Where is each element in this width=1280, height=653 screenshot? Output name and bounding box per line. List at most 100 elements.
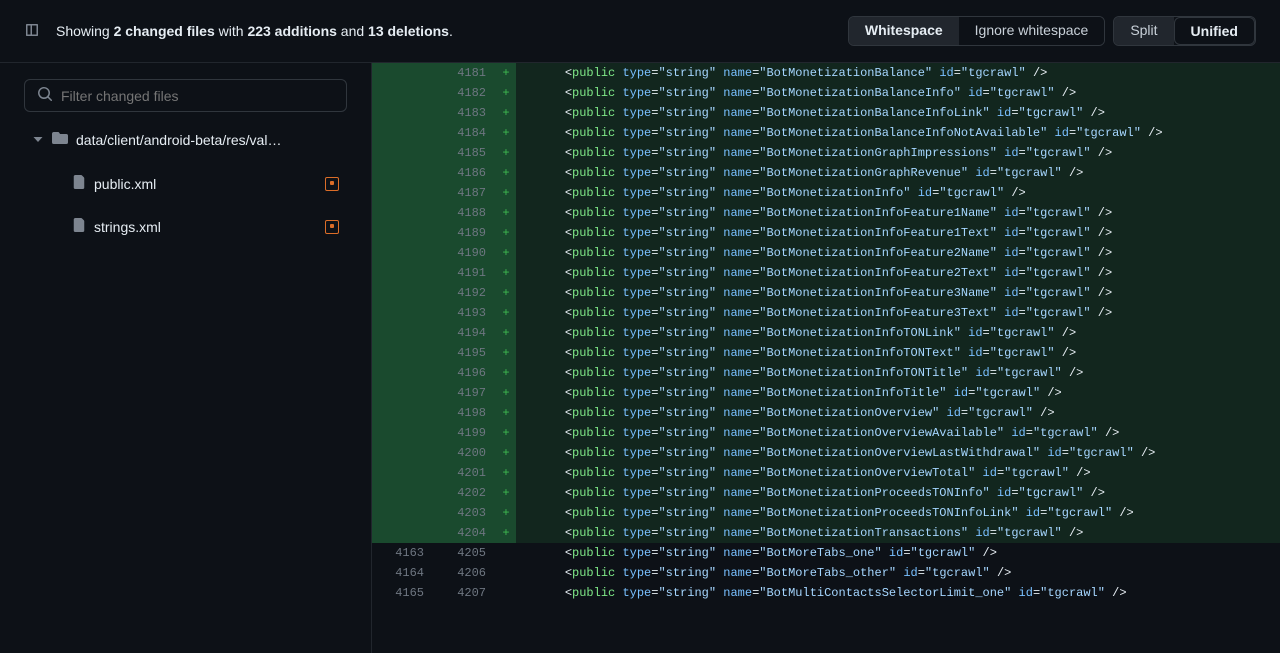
diff-line: 4194+ <public type="string" name="BotMon… bbox=[372, 323, 1280, 343]
line-number-old: 4165 bbox=[372, 583, 434, 603]
tree-file-item[interactable]: public.xml bbox=[64, 169, 347, 198]
line-number-new: 4204 bbox=[434, 523, 496, 543]
line-number-new: 4203 bbox=[434, 503, 496, 523]
code-content[interactable]: <public type="string" name="BotMonetizat… bbox=[516, 163, 1280, 183]
line-number-old bbox=[372, 103, 434, 123]
code-content[interactable]: <public type="string" name="BotMonetizat… bbox=[516, 223, 1280, 243]
summary-prefix: Showing bbox=[56, 23, 114, 39]
diff-marker: + bbox=[496, 63, 516, 83]
code-content[interactable]: <public type="string" name="BotMonetizat… bbox=[516, 283, 1280, 303]
tree-folder[interactable]: data/client/android-beta/res/val… bbox=[24, 124, 347, 155]
code-content[interactable]: <public type="string" name="BotMonetizat… bbox=[516, 403, 1280, 423]
diff-line: 4188+ <public type="string" name="BotMon… bbox=[372, 203, 1280, 223]
line-number-new: 4194 bbox=[434, 323, 496, 343]
line-number-old: 4164 bbox=[372, 563, 434, 583]
whitespace-ignore-button[interactable]: Ignore whitespace bbox=[959, 17, 1105, 45]
tree-file-label: public.xml bbox=[94, 176, 156, 192]
code-content[interactable]: <public type="string" name="BotMonetizat… bbox=[516, 263, 1280, 283]
line-number-old bbox=[372, 203, 434, 223]
line-number-new: 4186 bbox=[434, 163, 496, 183]
search-icon bbox=[37, 86, 53, 105]
whitespace-show-button[interactable]: Whitespace bbox=[849, 17, 959, 45]
diff-marker: + bbox=[496, 123, 516, 143]
code-content[interactable]: <public type="string" name="BotMonetizat… bbox=[516, 83, 1280, 103]
line-number-new: 4195 bbox=[434, 343, 496, 363]
code-content[interactable]: <public type="string" name="BotMonetizat… bbox=[516, 443, 1280, 463]
diff-marker: + bbox=[496, 183, 516, 203]
diff-marker: + bbox=[496, 463, 516, 483]
line-number-old: 4163 bbox=[372, 543, 434, 563]
unified-view-button[interactable]: Unified bbox=[1174, 17, 1255, 45]
tree-file-item[interactable]: strings.xml bbox=[64, 212, 347, 241]
line-number-old bbox=[372, 523, 434, 543]
line-number-old bbox=[372, 383, 434, 403]
line-number-new: 4197 bbox=[434, 383, 496, 403]
line-number-new: 4201 bbox=[434, 463, 496, 483]
code-content[interactable]: <public type="string" name="BotMonetizat… bbox=[516, 323, 1280, 343]
code-content[interactable]: <public type="string" name="BotMonetizat… bbox=[516, 203, 1280, 223]
code-content[interactable]: <public type="string" name="BotMonetizat… bbox=[516, 363, 1280, 383]
diff-view[interactable]: 4181+ <public type="string" name="BotMon… bbox=[372, 63, 1280, 653]
line-number-old bbox=[372, 483, 434, 503]
diff-line: 4203+ <public type="string" name="BotMon… bbox=[372, 503, 1280, 523]
diff-line: 4202+ <public type="string" name="BotMon… bbox=[372, 483, 1280, 503]
code-content[interactable]: <public type="string" name="BotMonetizat… bbox=[516, 423, 1280, 443]
diff-marker: + bbox=[496, 143, 516, 163]
line-number-new: 4191 bbox=[434, 263, 496, 283]
line-number-old bbox=[372, 343, 434, 363]
code-content[interactable]: <public type="string" name="BotMonetizat… bbox=[516, 143, 1280, 163]
line-number-old bbox=[372, 143, 434, 163]
filter-files-box[interactable] bbox=[24, 79, 347, 112]
code-content[interactable]: <public type="string" name="BotMonetizat… bbox=[516, 123, 1280, 143]
code-content[interactable]: <public type="string" name="BotMonetizat… bbox=[516, 243, 1280, 263]
diff-line: 4199+ <public type="string" name="BotMon… bbox=[372, 423, 1280, 443]
diff-line: 4189+ <public type="string" name="BotMon… bbox=[372, 223, 1280, 243]
code-content[interactable]: <public type="string" name="BotMonetizat… bbox=[516, 303, 1280, 323]
diff-line: 4184+ <public type="string" name="BotMon… bbox=[372, 123, 1280, 143]
line-number-new: 4198 bbox=[434, 403, 496, 423]
code-content[interactable]: <public type="string" name="BotMoreTabs_… bbox=[516, 563, 1280, 583]
line-number-old bbox=[372, 363, 434, 383]
content: data/client/android-beta/res/val… public… bbox=[0, 63, 1280, 653]
file-tree-sidebar: data/client/android-beta/res/val… public… bbox=[0, 63, 372, 653]
diff-line: 4201+ <public type="string" name="BotMon… bbox=[372, 463, 1280, 483]
code-content[interactable]: <public type="string" name="BotMonetizat… bbox=[516, 503, 1280, 523]
code-content[interactable]: <public type="string" name="BotMonetizat… bbox=[516, 343, 1280, 363]
split-view-button[interactable]: Split bbox=[1114, 17, 1173, 45]
diff-marker: + bbox=[496, 283, 516, 303]
diff-line: 41634205 <public type="string" name="Bot… bbox=[372, 543, 1280, 563]
code-content[interactable]: <public type="string" name="BotMonetizat… bbox=[516, 383, 1280, 403]
filter-files-input[interactable] bbox=[61, 88, 334, 104]
diff-line: 4191+ <public type="string" name="BotMon… bbox=[372, 263, 1280, 283]
code-content[interactable]: <public type="string" name="BotMonetizat… bbox=[516, 483, 1280, 503]
tree-file-label: strings.xml bbox=[94, 219, 161, 235]
line-number-old bbox=[372, 463, 434, 483]
line-number-new: 4192 bbox=[434, 283, 496, 303]
line-number-new: 4200 bbox=[434, 443, 496, 463]
line-number-old bbox=[372, 423, 434, 443]
line-number-new: 4190 bbox=[434, 243, 496, 263]
view-toggle: Split Unified bbox=[1113, 16, 1256, 46]
code-content[interactable]: <public type="string" name="BotMonetizat… bbox=[516, 183, 1280, 203]
diff-marker: + bbox=[496, 423, 516, 443]
diff-line: 4181+ <public type="string" name="BotMon… bbox=[372, 63, 1280, 83]
sidebar-toggle-icon[interactable] bbox=[24, 22, 40, 41]
line-number-old bbox=[372, 263, 434, 283]
code-content[interactable]: <public type="string" name="BotMonetizat… bbox=[516, 103, 1280, 123]
line-number-old bbox=[372, 503, 434, 523]
diff-line: 4190+ <public type="string" name="BotMon… bbox=[372, 243, 1280, 263]
tree-folder-label: data/client/android-beta/res/val… bbox=[76, 132, 281, 148]
line-number-new: 4188 bbox=[434, 203, 496, 223]
code-content[interactable]: <public type="string" name="BotMonetizat… bbox=[516, 463, 1280, 483]
code-content[interactable]: <public type="string" name="BotMonetizat… bbox=[516, 523, 1280, 543]
diff-marker: + bbox=[496, 503, 516, 523]
header-left: Showing 2 changed files with 223 additio… bbox=[24, 22, 453, 41]
diff-marker: + bbox=[496, 343, 516, 363]
code-content[interactable]: <public type="string" name="BotMonetizat… bbox=[516, 63, 1280, 83]
code-content[interactable]: <public type="string" name="BotMoreTabs_… bbox=[516, 543, 1280, 563]
diff-marker: + bbox=[496, 203, 516, 223]
line-number-old bbox=[372, 63, 434, 83]
code-content[interactable]: <public type="string" name="BotMultiCont… bbox=[516, 583, 1280, 603]
modified-icon bbox=[325, 220, 339, 234]
line-number-old bbox=[372, 123, 434, 143]
